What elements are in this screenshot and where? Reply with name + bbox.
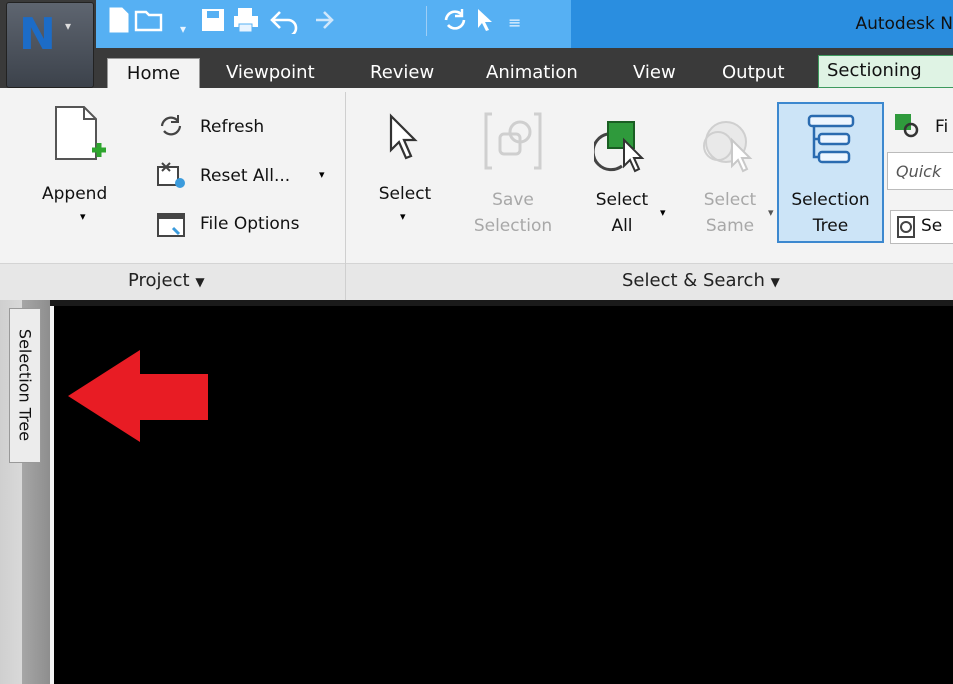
chevron-down-icon: ▾ [319, 168, 325, 181]
selection-tree-icon [805, 112, 859, 174]
select-same-label-1: Select [703, 190, 757, 210]
application-menu-button[interactable]: N ▾ [6, 2, 94, 88]
append-label: Append [42, 184, 108, 204]
chevron-down-icon: ▾ [80, 210, 86, 223]
cursor-icon[interactable] [474, 6, 498, 41]
file-options-icon [155, 210, 187, 244]
open-icon[interactable] [134, 6, 166, 41]
red-arrow [68, 350, 210, 446]
chevron-down-icon: ▼ [770, 275, 780, 289]
sets-label: Se [921, 216, 943, 236]
dropdown-icon[interactable]: ▾ [180, 14, 186, 44]
app-title: Autodesk N [855, 14, 953, 34]
refresh-icon[interactable] [440, 6, 470, 41]
refresh-icon [156, 112, 186, 144]
select-search-group-label[interactable]: Select & Search ▼ [622, 270, 780, 291]
footer-separator [345, 263, 346, 300]
select-all-label-1: Select [595, 190, 649, 210]
chevron-down-icon: ▼ [195, 275, 205, 289]
tab-home[interactable]: Home [107, 58, 200, 90]
tab-review[interactable]: Review [370, 58, 434, 88]
select-icon [385, 110, 425, 174]
select-all-button[interactable]: Select All ▾ [584, 102, 674, 242]
select-same-icon [698, 114, 758, 178]
selection-tree-button[interactable]: Selection Tree [777, 102, 884, 243]
select-label: Select [378, 184, 432, 204]
select-button[interactable]: Select ▾ [367, 102, 443, 242]
tab-animation[interactable]: Animation [486, 58, 578, 88]
undo-icon[interactable] [270, 6, 300, 41]
new-file-icon[interactable] [108, 6, 130, 41]
customize-qat-icon[interactable]: ≡ [508, 8, 521, 38]
select-same-label-2: Same [705, 216, 755, 236]
tab-viewpoint[interactable]: Viewpoint [226, 58, 315, 88]
toolbar-separator [426, 6, 427, 36]
save-selection-button: Save Selection [466, 102, 560, 242]
project-group-label[interactable]: Project ▼ [128, 270, 205, 291]
redo-icon[interactable] [304, 6, 334, 41]
print-icon[interactable] [232, 6, 260, 41]
tab-sectioning[interactable]: Sectioning [818, 55, 953, 88]
file-options-button[interactable]: File Options [200, 214, 299, 234]
append-icon [52, 104, 110, 172]
save-selection-icon [482, 112, 544, 176]
reset-all-icon [154, 161, 188, 195]
side-tab-label: Selection Tree [15, 328, 35, 442]
select-all-label-2: All [611, 216, 633, 236]
select-search-group-text: Select & Search [622, 270, 765, 291]
chevron-down-icon: ▾ [768, 206, 774, 219]
chevron-down-icon: ▾ [65, 19, 72, 33]
refresh-button[interactable]: Refresh [200, 117, 264, 137]
select-all-icon [591, 114, 654, 178]
select-same-button: Select Same ▾ [692, 102, 776, 242]
find-items-icon [893, 112, 923, 144]
selection-tree-label-2: Tree [812, 216, 849, 236]
tab-view[interactable]: View [633, 58, 676, 88]
reset-all-button[interactable]: Reset All... [200, 166, 290, 186]
find-items-button[interactable]: Fi [935, 117, 948, 137]
selection-tree-label-1: Selection [791, 190, 870, 210]
chevron-down-icon: ▾ [400, 210, 406, 223]
tab-output[interactable]: Output [722, 58, 785, 88]
project-group-text: Project [128, 270, 190, 291]
save-icon[interactable] [200, 6, 228, 41]
chevron-down-icon: ▾ [660, 206, 666, 219]
save-selection-label-2: Selection [473, 216, 553, 236]
quick-find-placeholder: Quick [896, 162, 942, 181]
save-selection-label-1: Save [492, 190, 534, 210]
append-button[interactable]: Append ▾ [30, 98, 132, 238]
sets-icon [894, 215, 918, 243]
app-logo-letter: N [19, 9, 56, 60]
